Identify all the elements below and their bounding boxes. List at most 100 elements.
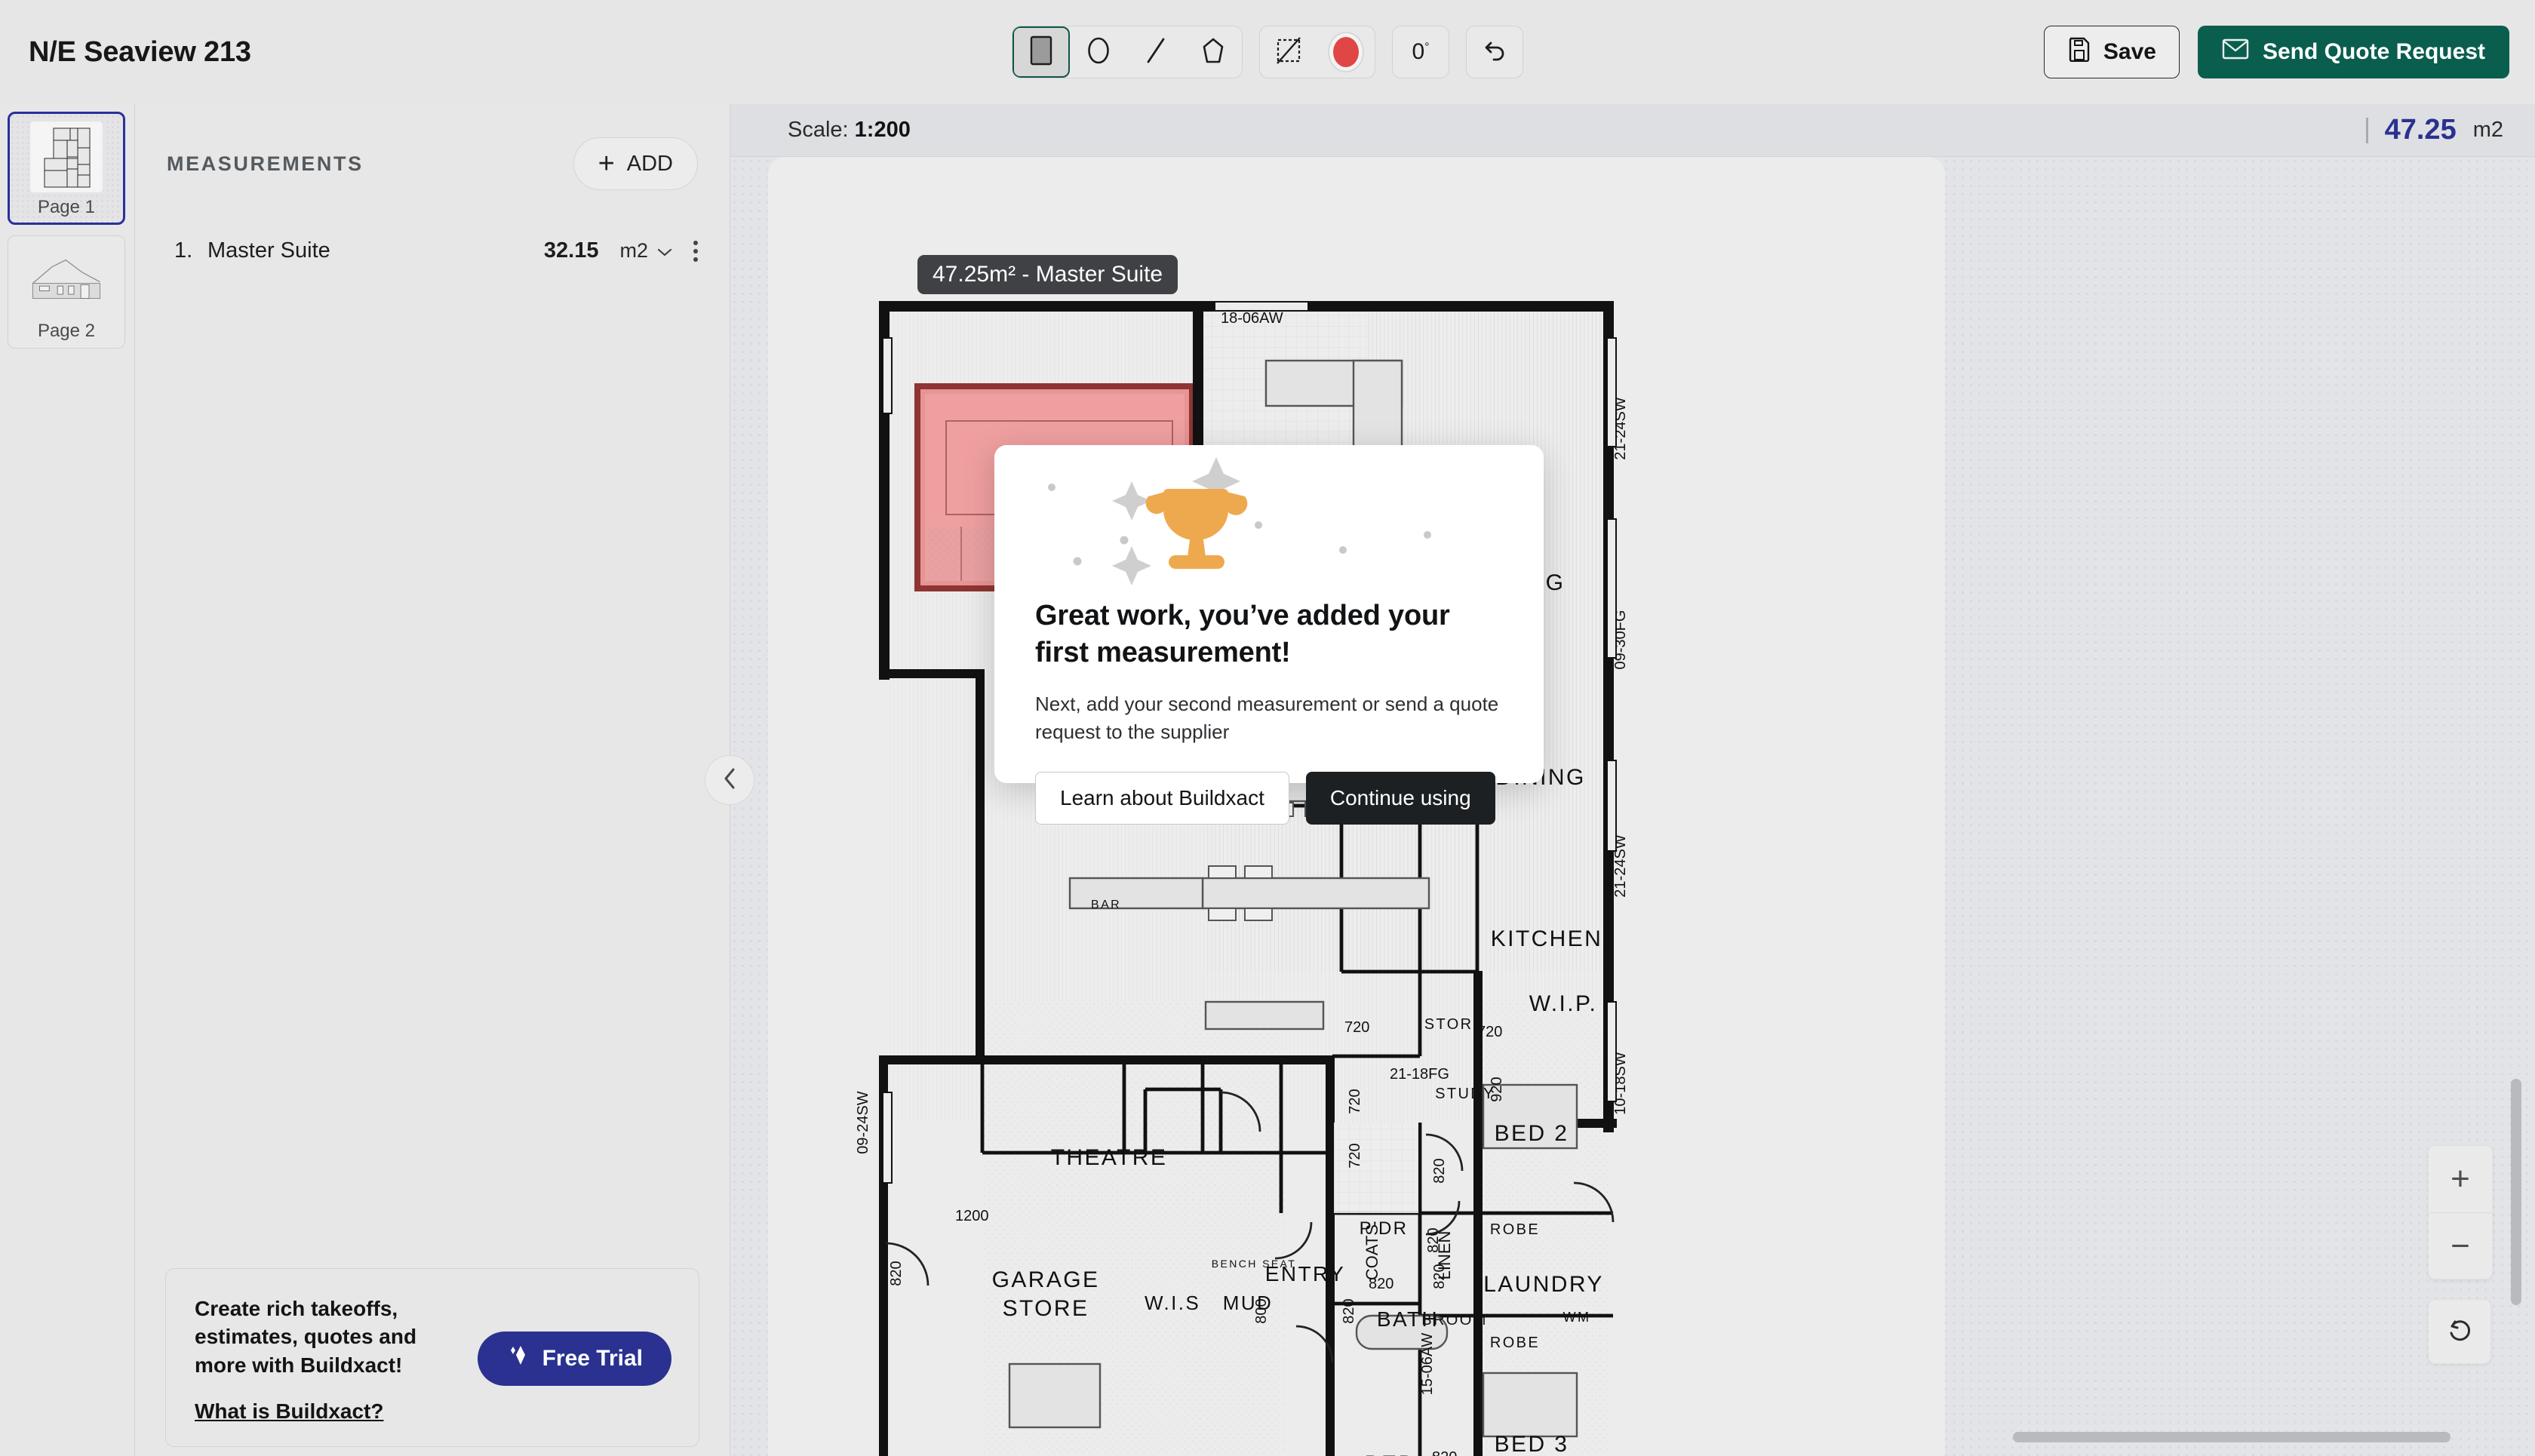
- dimension: 800: [1253, 1298, 1270, 1323]
- page-title: N/E Seaview 213: [29, 35, 251, 68]
- room-label: GARAGE: [992, 1267, 1100, 1292]
- page-2-label: Page 2: [37, 321, 96, 341]
- window-code: 21-18FG: [1390, 1066, 1449, 1083]
- measurements-title: MEASUREMENTS: [167, 152, 364, 175]
- room-label: W.I.S: [1145, 1292, 1200, 1314]
- measurement-unit-select[interactable]: m2: [619, 239, 672, 263]
- dimension: 820: [888, 1261, 905, 1286]
- plus-icon: +: [598, 148, 615, 180]
- room-label: BENCH SEAT: [1212, 1258, 1296, 1270]
- shape-tool-group: [1012, 26, 1243, 78]
- room-label: ROBE: [1490, 1221, 1540, 1238]
- rectangle-tool-button[interactable]: [1012, 26, 1070, 78]
- modal-actions: Learn about Buildxact Continue using: [1035, 772, 1503, 825]
- zoom-button-pair: + −: [2428, 1145, 2493, 1279]
- measurements-panel: MEASUREMENTS + ADD 1. Master Suite 32.15…: [134, 104, 754, 1456]
- color-swatch-button[interactable]: [1317, 26, 1375, 78]
- dimension: 720: [1477, 1024, 1502, 1040]
- free-trial-button[interactable]: Free Trial: [477, 1332, 671, 1387]
- area-value: 47.25: [2384, 114, 2457, 146]
- add-measurement-button[interactable]: + ADD: [573, 137, 698, 190]
- angle-button[interactable]: 0°: [1392, 26, 1449, 78]
- send-quote-request-button[interactable]: Send Quote Request: [2197, 26, 2509, 78]
- room-label: THEATRE: [1051, 1145, 1168, 1170]
- continue-using-button[interactable]: Continue using: [1305, 772, 1495, 825]
- fill-pattern-button[interactable]: [1260, 26, 1317, 78]
- add-button-label: ADD: [626, 151, 673, 176]
- dimension: 820: [1425, 1227, 1442, 1252]
- zoom-out-button[interactable]: −: [2429, 1212, 2492, 1279]
- room-label: BROOM: [1421, 1312, 1488, 1329]
- dimension: 820: [1341, 1298, 1357, 1323]
- page-1-label: Page 1: [37, 197, 96, 217]
- room-label: WM: [1563, 1310, 1591, 1325]
- measurements-panel-header: MEASUREMENTS + ADD: [135, 104, 730, 190]
- what-is-buildxact-link[interactable]: What is Buildxact?: [195, 1399, 383, 1424]
- send-quote-request-label: Send Quote Request: [2262, 39, 2485, 64]
- room-label: KITCHEN: [1491, 926, 1602, 951]
- measurement-tooltip: 47.25m² - Master Suite: [917, 255, 1178, 294]
- dimension: 820: [1431, 1264, 1448, 1289]
- scale-value: 1:200: [854, 118, 911, 142]
- plan-canvas[interactable]: W.I.R: [730, 157, 2535, 1456]
- room-label: BAR: [1091, 898, 1121, 911]
- trophy-icon: [1145, 489, 1248, 569]
- page-thumbnail-2[interactable]: Page 2: [8, 235, 125, 349]
- save-button[interactable]: Save: [2043, 26, 2180, 78]
- room-label: BED 2: [1495, 1121, 1569, 1146]
- line-icon: [1142, 34, 1169, 71]
- vertical-scrollbar[interactable]: [2511, 1079, 2521, 1305]
- page-1-preview: [30, 121, 103, 192]
- dimension: 820: [1432, 1449, 1457, 1456]
- learn-about-buildxact-button[interactable]: Learn about Buildxact: [1035, 772, 1289, 825]
- degree-symbol: °: [1424, 41, 1430, 54]
- rectangle-icon: [1028, 35, 1054, 70]
- undo-button[interactable]: [1466, 26, 1523, 78]
- save-button-label: Save: [2103, 39, 2156, 64]
- promo-text: Create rich takeoffs, estimates, quotes …: [195, 1295, 462, 1424]
- measurement-row[interactable]: 1. Master Suite 32.15 m2: [135, 229, 730, 272]
- measurement-value: 32.15: [543, 238, 599, 263]
- polygon-tool-button[interactable]: [1185, 26, 1242, 78]
- canvas-toolbar: Scale: 1:200 47.25 m2: [730, 104, 2535, 157]
- scale-prefix: Scale:: [788, 118, 849, 142]
- ellipse-tool-button[interactable]: [1070, 26, 1127, 78]
- measurement-name: Master Suite: [207, 238, 330, 263]
- measurements-list: 1. Master Suite 32.15 m2: [135, 229, 730, 272]
- room-label: W.I.P.: [1529, 991, 1598, 1016]
- shape-toolbar: 0°: [1012, 26, 1523, 78]
- collapse-panel-button[interactable]: [705, 755, 754, 805]
- room-label: STORE: [1424, 1016, 1486, 1033]
- window-code: 18-06AW: [1221, 310, 1283, 327]
- sparkle-icon: [506, 1342, 532, 1375]
- dimension: 1200: [955, 1208, 989, 1224]
- room-label: STORE: [1003, 1296, 1089, 1321]
- page-2-preview: [29, 244, 104, 316]
- page-thumbnail-1[interactable]: Page 1: [8, 112, 125, 225]
- zoom-controls: + −: [2428, 1145, 2493, 1364]
- room-label: COATS: [1363, 1224, 1381, 1280]
- measurement-options-button[interactable]: [693, 240, 698, 262]
- ellipse-icon: [1085, 34, 1112, 71]
- zoom-in-button[interactable]: +: [2429, 1146, 2492, 1212]
- scale-indicator: Scale: 1:200: [788, 118, 911, 143]
- dimension: 720: [1347, 1143, 1363, 1168]
- modal-body-text: Next, add your second measurement or sen…: [1035, 693, 1499, 744]
- window-code: 09-24SW: [855, 1091, 871, 1153]
- window-code: 15-06AW: [1419, 1333, 1436, 1396]
- undo-icon: [1480, 36, 1509, 69]
- measurement-index: 1.: [174, 238, 193, 263]
- color-swatch: [1328, 32, 1364, 72]
- rotate-ccw-icon: [2445, 1316, 2474, 1348]
- line-tool-button[interactable]: [1127, 26, 1185, 78]
- reset-view-button[interactable]: [2428, 1299, 2491, 1364]
- dimension: 720: [1347, 1089, 1363, 1114]
- free-trial-label: Free Trial: [542, 1346, 643, 1372]
- room-label: STUDY: [1435, 1086, 1495, 1102]
- room-label: BED 4: [1365, 1451, 1440, 1456]
- room-label: LAUNDRY: [1483, 1272, 1604, 1297]
- promo-headline: Create rich takeoffs, estimates, quotes …: [195, 1296, 417, 1378]
- header-actions: Save Send Quote Request: [2043, 26, 2509, 78]
- horizontal-scrollbar[interactable]: [2013, 1432, 2450, 1442]
- dimension: 920: [1489, 1077, 1505, 1101]
